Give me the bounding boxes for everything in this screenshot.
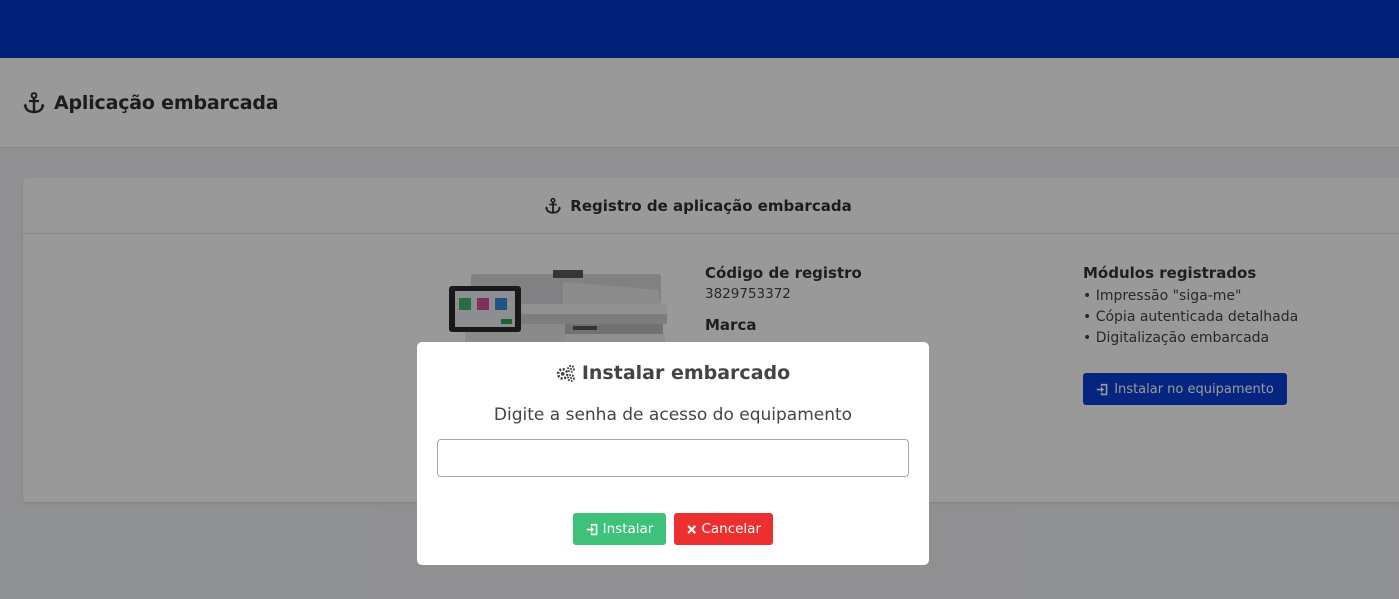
modal-prompt: Digite a senha de acesso do equipamento xyxy=(493,405,853,425)
close-icon xyxy=(687,524,697,534)
cancel-button-label: Cancelar xyxy=(701,521,761,537)
install-button[interactable]: Instalar xyxy=(573,513,666,545)
sign-in-icon xyxy=(586,523,598,535)
install-button-label: Instalar xyxy=(602,521,654,537)
password-input[interactable] xyxy=(437,439,909,477)
cancel-button[interactable]: Cancelar xyxy=(674,513,773,545)
modal-title-text: Instalar embarcado xyxy=(581,362,791,384)
install-modal: Instalar embarcado Digite a senha de ace… xyxy=(417,342,929,565)
modal-title: Instalar embarcado xyxy=(417,362,929,384)
modal-actions: Instalar Cancelar xyxy=(417,513,929,545)
gears-icon xyxy=(556,364,575,382)
